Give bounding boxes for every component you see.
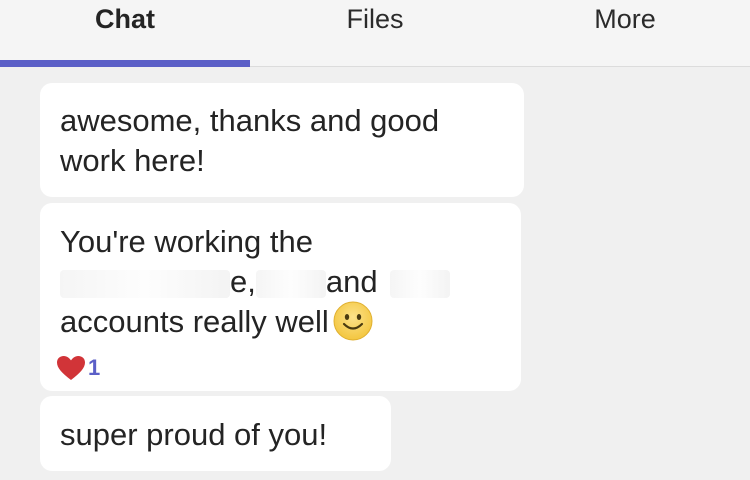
- chat-message[interactable]: awesome, thanks and good work here!: [40, 83, 524, 197]
- redacted-text: [60, 269, 230, 298]
- message-text-fragment: and: [325, 264, 378, 299]
- tab-chat-label: Chat: [95, 4, 155, 34]
- chat-message[interactable]: You're working the e, and accounts really…: [40, 203, 521, 391]
- message-text-line: work here!: [60, 143, 205, 178]
- redacted-text: [389, 269, 450, 298]
- message-text-fragment: e,: [230, 264, 256, 299]
- tab-more-label: More: [594, 4, 656, 34]
- message-text-line: accounts really well: [60, 301, 501, 342]
- reaction-badge[interactable]: 1: [56, 355, 100, 381]
- message-text-line-redacted: e, and: [60, 262, 501, 302]
- message-text-line: super proud of you!: [60, 417, 328, 452]
- smiley-emoji: [333, 301, 373, 341]
- tab-chat[interactable]: Chat: [0, 0, 250, 67]
- message-text-fragment: accounts really well: [60, 304, 329, 339]
- tab-files[interactable]: Files: [250, 0, 500, 66]
- message-text-line: You're working the: [60, 224, 313, 259]
- reaction-count: 1: [88, 355, 101, 380]
- tab-more[interactable]: More: [500, 0, 750, 66]
- heart-icon: [57, 356, 85, 380]
- message-text-line: awesome, thanks and good: [60, 103, 440, 138]
- tab-bar: Chat Files More: [0, 0, 750, 67]
- chat-message[interactable]: super proud of you!: [40, 396, 391, 471]
- active-tab-indicator: [0, 60, 250, 67]
- redacted-text: [255, 269, 326, 298]
- tab-files-label: Files: [346, 4, 404, 34]
